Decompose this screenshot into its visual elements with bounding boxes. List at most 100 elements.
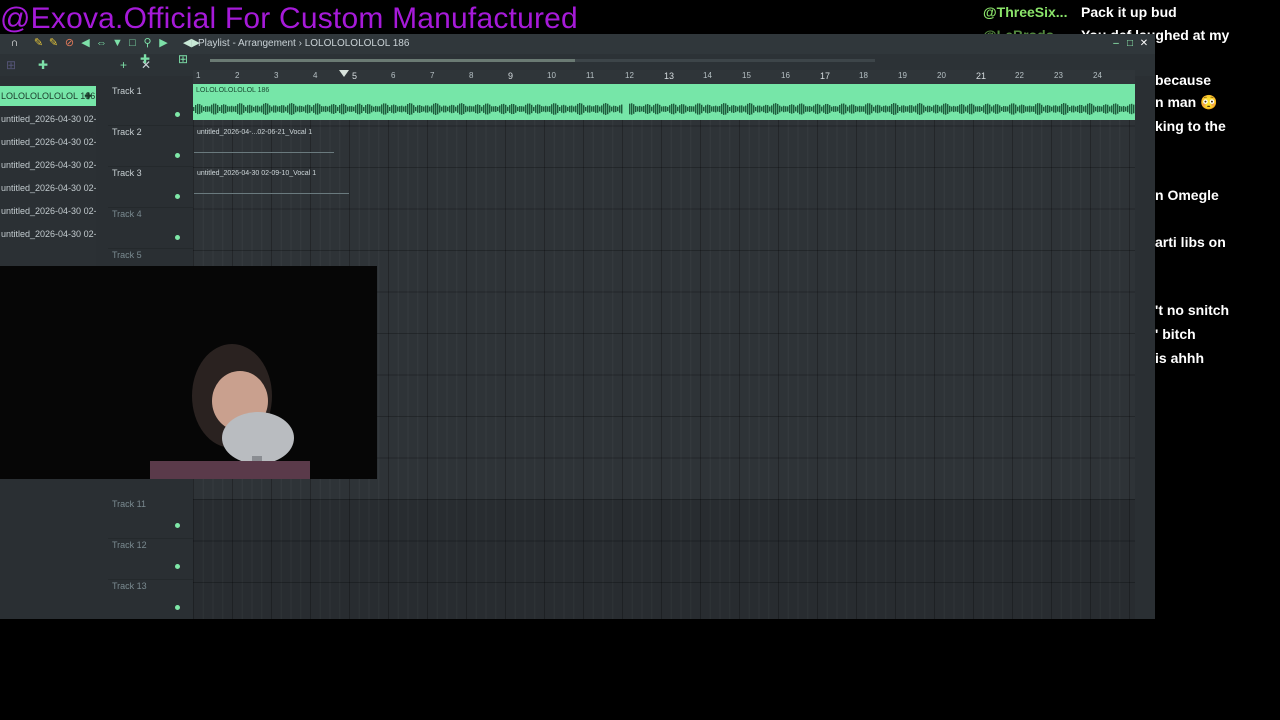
track-mute-indicator[interactable] xyxy=(175,194,180,199)
track-header[interactable]: Track 1 xyxy=(108,84,193,126)
ruler-bar-number: 14 xyxy=(703,71,712,80)
stream-banner-text: @Exova.Official For Custom Manufactured xyxy=(0,2,578,35)
picker-view-icon[interactable]: ⊞ xyxy=(6,58,16,72)
track-label: Track 13 xyxy=(112,581,147,591)
picker-item[interactable]: LOLOLOLOLOLOL 186 ✚ xyxy=(0,86,96,106)
timeline-ruler[interactable]: 1 2 3 4 5 6 7 8 9 10 11 12 13 14 15 16 17 18 19 20 21 22 23 24 xyxy=(193,70,1135,84)
audio-clip-vocal[interactable]: untitled_2026-04-30 02-09-10_Vocal 1 xyxy=(194,167,354,205)
pencil-icon[interactable]: ✎ xyxy=(32,37,45,50)
minimize-icon[interactable]: – xyxy=(1110,38,1122,49)
picker-item[interactable]: untitled_2026-04-30 02-... xyxy=(0,109,96,129)
track-label: Track 11 xyxy=(112,499,147,509)
track-header[interactable]: Track 11 xyxy=(108,497,193,539)
waveform xyxy=(193,103,1135,115)
track-mute-indicator[interactable] xyxy=(175,523,180,528)
audio-clip-vocal[interactable]: untitled_2026-04-...02-06-21_Vocal 1 xyxy=(194,126,339,164)
ruler-bar-number: 20 xyxy=(937,71,946,80)
scrollbar-thumb[interactable] xyxy=(210,59,575,62)
picker-item[interactable]: untitled_2026-04-30 02-... xyxy=(0,132,96,152)
audio-clip-main[interactable]: LOLOLOLOLOLOL 186 xyxy=(193,84,1135,120)
ruler-bar-number: 2 xyxy=(235,71,240,80)
delete-icon[interactable]: ⊘ xyxy=(63,37,76,50)
ruler-bar-number: 24 xyxy=(1093,71,1102,80)
ruler-bar-number: 16 xyxy=(781,71,790,80)
webcam-image xyxy=(0,266,377,479)
ruler-bar-number: 7 xyxy=(430,71,435,80)
picker-item[interactable]: untitled_2026-04-30 02-... xyxy=(0,224,96,244)
ruler-bar-number: 8 xyxy=(469,71,474,80)
webcam-overlay xyxy=(0,266,377,479)
ruler-bar-number: 9 xyxy=(508,71,514,81)
grid-shade xyxy=(193,499,1135,619)
track-mute-indicator[interactable] xyxy=(175,235,180,240)
chat-fragment: arti libs on xyxy=(1155,234,1226,250)
ruler-bar-number: 6 xyxy=(391,71,396,80)
track-mute-indicator[interactable] xyxy=(175,112,180,117)
slip-icon[interactable]: ⇔ xyxy=(95,37,108,50)
add-pattern-icon[interactable]: ✚ xyxy=(38,58,48,72)
waveform xyxy=(194,193,349,194)
clip-label: LOLOLOLOLOLOL 186 xyxy=(196,87,270,94)
ruler-bar-number: 12 xyxy=(625,71,634,80)
track-header[interactable]: Track 12 xyxy=(108,538,193,580)
add-track-icon[interactable]: + xyxy=(120,58,127,72)
track-label: Track 1 xyxy=(112,86,142,96)
track-header[interactable]: Track 2 xyxy=(108,125,193,167)
slice-icon[interactable]: ▼ xyxy=(111,37,124,50)
chat-fragment: 't no snitch xyxy=(1155,302,1230,318)
picker-item[interactable]: untitled_2026-04-30 02-... xyxy=(0,201,96,221)
track-label: Track 3 xyxy=(112,168,142,178)
zoom-icon[interactable]: ⚲ xyxy=(141,37,154,50)
playhead-marker[interactable] xyxy=(339,70,349,77)
ruler-bar-number: 3 xyxy=(274,71,279,80)
chat-fragment: king to the xyxy=(1155,118,1226,134)
view-mode-icon[interactable]: ⊞ xyxy=(178,52,188,66)
track-label: Track 5 xyxy=(112,250,142,260)
track-label: Track 4 xyxy=(112,209,142,219)
playback-icon[interactable]: ▶ xyxy=(157,37,170,50)
track-mute-indicator[interactable] xyxy=(175,564,180,569)
snap-icon[interactable]: ✚ xyxy=(140,52,150,66)
ruler-bar-number: 18 xyxy=(859,71,868,80)
chat-fragment: ' bitch xyxy=(1155,326,1196,342)
track-header[interactable]: Track 4 xyxy=(108,207,193,249)
select-icon[interactable]: □ xyxy=(126,37,139,50)
ruler-bar-number: 22 xyxy=(1015,71,1024,80)
waveform xyxy=(194,152,334,153)
picker-item[interactable]: untitled_2026-04-30 02-... xyxy=(0,178,96,198)
track-header[interactable]: Track 13 xyxy=(108,579,193,619)
track-mute-indicator[interactable] xyxy=(175,605,180,610)
chat-fragment: n Omegle xyxy=(1155,187,1219,203)
picker-item-label: LOLOLOLOLOLOL 186 xyxy=(1,91,96,101)
chat-fragment: because xyxy=(1155,72,1212,88)
magnet-icon[interactable]: ∩ xyxy=(8,37,21,50)
ruler-bar-number: 21 xyxy=(976,71,987,81)
chat-username: @ThreeSix... xyxy=(983,4,1068,20)
chat-fragment: is ahhh xyxy=(1155,350,1205,366)
chat-text: Pack it up bud xyxy=(1081,4,1177,20)
maximize-icon[interactable]: □ xyxy=(1124,38,1136,49)
paint-icon[interactable]: ✎ xyxy=(47,37,60,50)
clip-label: untitled_2026-04-30 02-09-10_Vocal 1 xyxy=(197,170,317,177)
ruler-bar-number: 13 xyxy=(664,71,675,81)
ruler-bar-number: 1 xyxy=(196,71,201,80)
ruler-bar-number: 17 xyxy=(820,71,831,81)
ruler-bar-number: 5 xyxy=(352,71,358,81)
track-mute-indicator[interactable] xyxy=(175,153,180,158)
playlist-breadcrumb: Playlist - Arrangement › LOLOLOLOLOLOL 1… xyxy=(198,38,410,49)
track-label: Track 2 xyxy=(112,127,142,137)
playlist-titlebar: ∩ ✎ ✎ ⊘ ◀ ⇔ ▼ □ ⚲ ▶ ◀▶ Playlist - Arrang… xyxy=(0,34,1155,54)
track-header[interactable]: Track 3 xyxy=(108,166,193,208)
ruler-bar-number: 19 xyxy=(898,71,907,80)
plus-icon[interactable]: ✚ xyxy=(84,86,92,106)
picker-panel: LOLOLOLOLOLOL 186 ✚ untitled_2026-04-30 0… xyxy=(0,84,96,269)
close-icon[interactable]: ✕ xyxy=(1138,38,1150,49)
ruler-bar-number: 15 xyxy=(742,71,751,80)
ruler-bar-number: 11 xyxy=(586,71,595,80)
ruler-bar-number: 23 xyxy=(1054,71,1063,80)
ruler-bar-number: 10 xyxy=(547,71,556,80)
track-label: Track 12 xyxy=(112,540,147,550)
picker-item[interactable]: untitled_2026-04-30 02-... xyxy=(0,155,96,175)
mute-icon[interactable]: ◀ xyxy=(79,37,92,50)
chat-fragment: n man 😳 xyxy=(1155,94,1218,110)
